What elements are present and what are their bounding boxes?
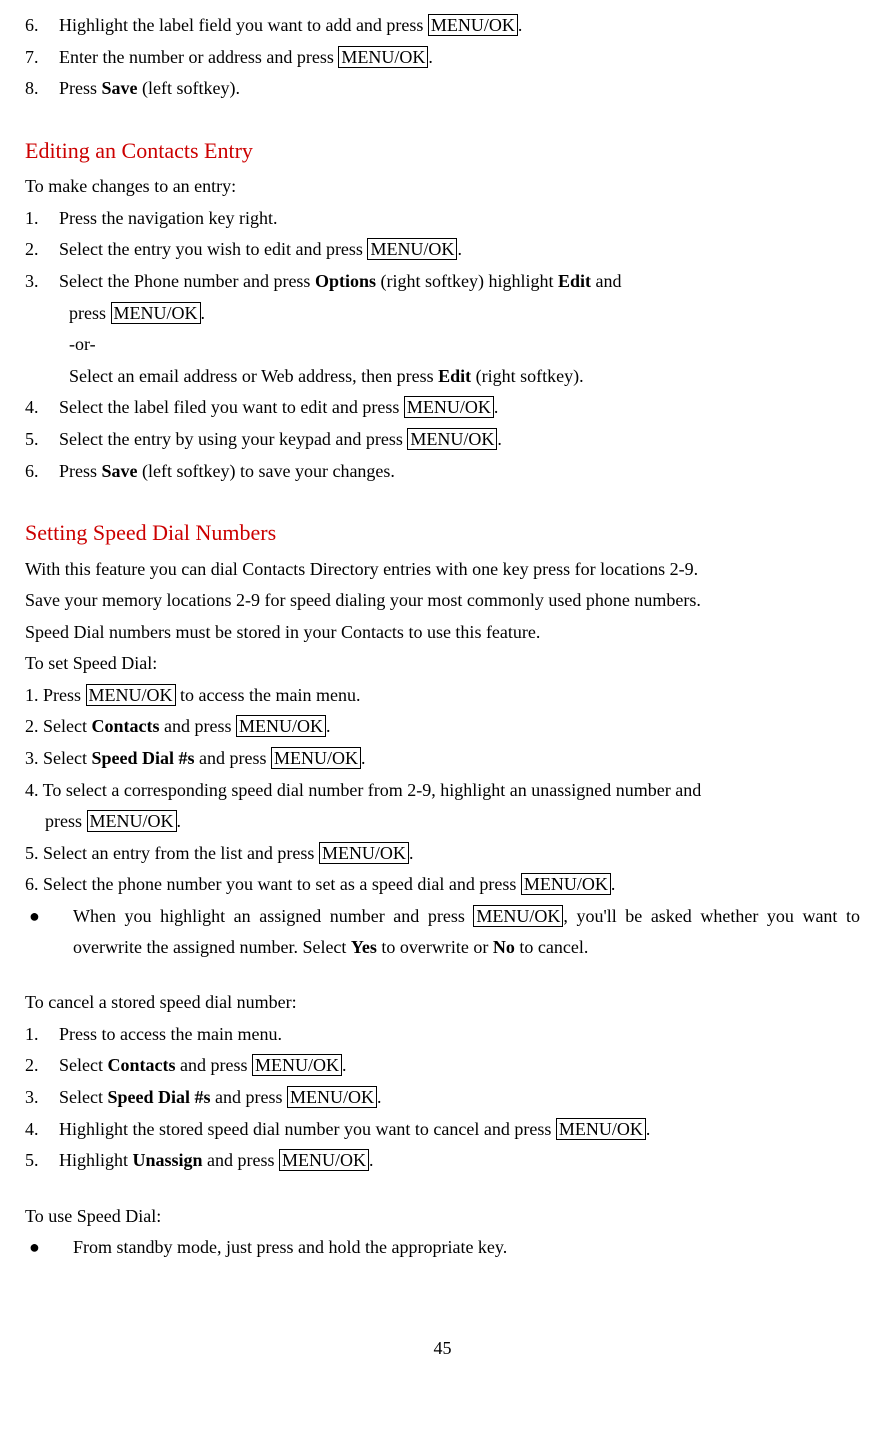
speed-step-2: 2. Select Contacts and press MENU/OK. xyxy=(25,711,860,742)
editing-heading: Editing an Contacts Entry xyxy=(25,132,860,169)
edit-label: Edit xyxy=(438,366,471,386)
cancel-step-4: 4. Highlight the stored speed dial numbe… xyxy=(25,1114,860,1145)
use-intro: To use Speed Dial: xyxy=(25,1201,860,1232)
step-num: 8. xyxy=(25,73,59,104)
contacts-label: Contacts xyxy=(107,1055,175,1075)
step-text: Highlight Unassign and press MENU/OK. xyxy=(59,1145,860,1176)
menu-ok-button: MENU/OK xyxy=(404,396,494,418)
step-text: Enter the number or address and press ME… xyxy=(59,42,860,73)
yes-label: Yes xyxy=(351,937,377,957)
step-num: 2. xyxy=(25,1050,59,1081)
editing-intro: To make changes to an entry: xyxy=(25,171,860,202)
step-num: 4. xyxy=(25,392,59,423)
menu-ok-button: MENU/OK xyxy=(236,715,326,737)
edit-step-1: 1. Press the navigation key right. xyxy=(25,203,860,234)
step-num: 1. xyxy=(25,203,59,234)
menu-ok-button: MENU/OK xyxy=(279,1149,369,1171)
speed-step-4-line2: press MENU/OK. xyxy=(45,806,860,837)
menu-ok-button: MENU/OK xyxy=(338,46,428,68)
step-num: 1. xyxy=(25,1019,59,1050)
menu-ok-button: MENU/OK xyxy=(521,873,611,895)
step-num: 7. xyxy=(25,42,59,73)
bullet-icon: ● xyxy=(25,1232,73,1263)
menu-ok-button: MENU/OK xyxy=(407,428,497,450)
speed-intro-1: With this feature you can dial Contacts … xyxy=(25,554,860,585)
speed-bullet: ● When you highlight an assigned number … xyxy=(25,901,860,962)
step-text: Select the label filed you want to edit … xyxy=(59,392,860,423)
step-num: 5. xyxy=(25,424,59,455)
step-num: 6. xyxy=(25,10,59,41)
step-text: Highlight the label field you want to ad… xyxy=(59,10,860,41)
edit-step-3-or: -or- xyxy=(69,329,860,360)
menu-ok-button: MENU/OK xyxy=(252,1054,342,1076)
menu-ok-button: MENU/OK xyxy=(86,684,176,706)
speed-intro-3: Speed Dial numbers must be stored in you… xyxy=(25,617,860,648)
unassign-label: Unassign xyxy=(133,1150,203,1170)
speed-step-3: 3. Select Speed Dial #s and press MENU/O… xyxy=(25,743,860,774)
options-label: Options xyxy=(315,271,376,291)
edit-step-6: 6. Press Save (left softkey) to save you… xyxy=(25,456,860,487)
menu-ok-button: MENU/OK xyxy=(271,747,361,769)
speed-dial-label: Speed Dial #s xyxy=(107,1087,210,1107)
step-num: 4. xyxy=(25,1114,59,1145)
save-label: Save xyxy=(102,78,138,98)
speed-step-4: 4. To select a corresponding speed dial … xyxy=(25,775,860,806)
step-text: Select Contacts and press MENU/OK. xyxy=(59,1050,860,1081)
speed-intro-4: To set Speed Dial: xyxy=(25,648,860,679)
bullet-text: When you highlight an assigned number an… xyxy=(73,901,860,962)
speed-step-6: 6. Select the phone number you want to s… xyxy=(25,869,860,900)
step-8: 8. Press Save (left softkey). xyxy=(25,73,860,104)
edit-label: Edit xyxy=(558,271,591,291)
step-text: Press the navigation key right. xyxy=(59,203,860,234)
step-text: Press Save (left softkey) to save your c… xyxy=(59,456,860,487)
edit-step-3: 3. Select the Phone number and press Opt… xyxy=(25,266,860,297)
edit-step-4: 4. Select the label filed you want to ed… xyxy=(25,392,860,423)
step-6: 6. Highlight the label field you want to… xyxy=(25,10,860,41)
step-num: 3. xyxy=(25,1082,59,1113)
edit-step-3-alt: Select an email address or Web address, … xyxy=(69,361,860,392)
speed-step-1: 1. Press MENU/OK to access the main menu… xyxy=(25,680,860,711)
menu-ok-button: MENU/OK xyxy=(287,1086,377,1108)
cancel-intro: To cancel a stored speed dial number: xyxy=(25,987,860,1018)
speed-step-5: 5. Select an entry from the list and pre… xyxy=(25,838,860,869)
cancel-step-5: 5. Highlight Unassign and press MENU/OK. xyxy=(25,1145,860,1176)
step-text: Select the entry by using your keypad an… xyxy=(59,424,860,455)
step-num: 2. xyxy=(25,234,59,265)
step-7: 7. Enter the number or address and press… xyxy=(25,42,860,73)
contacts-label: Contacts xyxy=(91,716,159,736)
step-text: Select the Phone number and press Option… xyxy=(59,266,860,297)
menu-ok-button: MENU/OK xyxy=(367,238,457,260)
bullet-icon: ● xyxy=(25,901,73,932)
page-number: 45 xyxy=(25,1333,860,1364)
step-text: Select Speed Dial #s and press MENU/OK. xyxy=(59,1082,860,1113)
menu-ok-button: MENU/OK xyxy=(319,842,409,864)
menu-ok-button: MENU/OK xyxy=(111,302,201,324)
step-num: 3. xyxy=(25,266,59,297)
speed-dial-label: Speed Dial #s xyxy=(91,748,194,768)
speed-intro-2: Save your memory locations 2-9 for speed… xyxy=(25,585,860,616)
step-text: Press to access the main menu. xyxy=(59,1019,860,1050)
bullet-text: From standby mode, just press and hold t… xyxy=(73,1232,860,1263)
step-num: 6. xyxy=(25,456,59,487)
cancel-step-2: 2. Select Contacts and press MENU/OK. xyxy=(25,1050,860,1081)
menu-ok-button: MENU/OK xyxy=(556,1118,646,1140)
edit-step-2: 2. Select the entry you wish to edit and… xyxy=(25,234,860,265)
no-label: No xyxy=(493,937,515,957)
cancel-step-1: 1. Press to access the main menu. xyxy=(25,1019,860,1050)
step-num: 5. xyxy=(25,1145,59,1176)
step-text: Select the entry you wish to edit and pr… xyxy=(59,234,860,265)
edit-step-5: 5. Select the entry by using your keypad… xyxy=(25,424,860,455)
menu-ok-button: MENU/OK xyxy=(87,810,177,832)
cancel-step-3: 3. Select Speed Dial #s and press MENU/O… xyxy=(25,1082,860,1113)
step-text: Highlight the stored speed dial number y… xyxy=(59,1114,860,1145)
step-text: Press Save (left softkey). xyxy=(59,73,860,104)
menu-ok-button: MENU/OK xyxy=(473,905,563,927)
speed-heading: Setting Speed Dial Numbers xyxy=(25,514,860,551)
menu-ok-button: MENU/OK xyxy=(428,14,518,36)
edit-step-3-line2: press MENU/OK. xyxy=(69,298,860,329)
use-bullet: ● From standby mode, just press and hold… xyxy=(25,1232,860,1263)
save-label: Save xyxy=(102,461,138,481)
